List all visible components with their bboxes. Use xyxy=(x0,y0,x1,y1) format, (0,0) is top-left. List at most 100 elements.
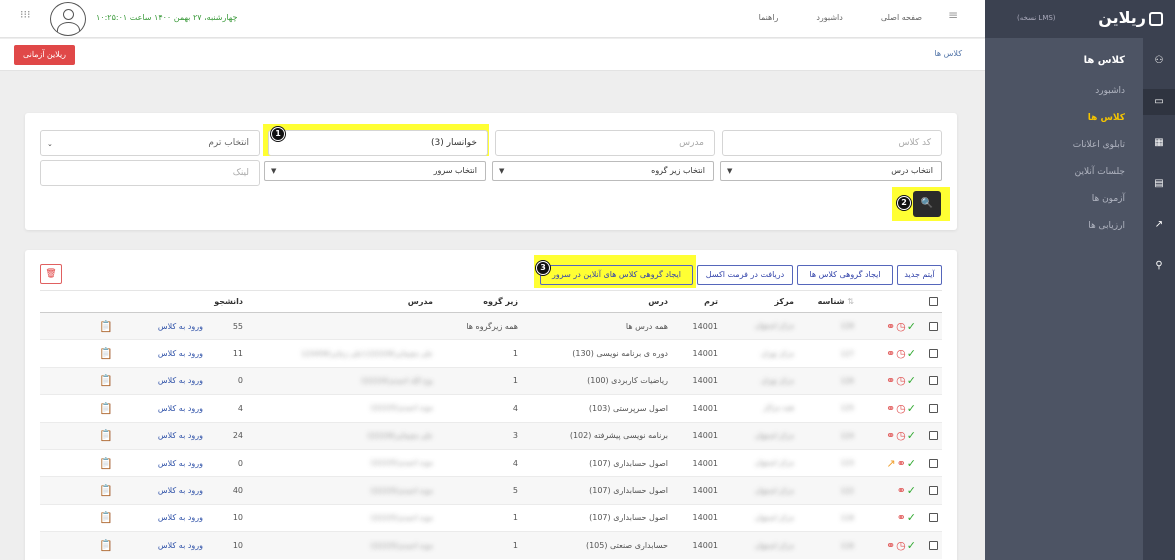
row-checkbox[interactable] xyxy=(929,541,938,551)
enter-class-link[interactable]: ورود به کلاس xyxy=(158,541,203,550)
clock-icon[interactable]: ◷ xyxy=(896,374,906,387)
row-checkbox[interactable] xyxy=(929,486,938,496)
link-icon[interactable]: ⚭ xyxy=(897,457,906,470)
students-header[interactable]: دانشجو xyxy=(207,290,247,313)
row-clipboard: 📋 xyxy=(40,311,117,340)
check-circle-icon[interactable]: ✓ xyxy=(907,457,916,470)
clipboard-icon[interactable]: 📋 xyxy=(99,374,113,387)
enter-class-link[interactable]: ورود به کلاس xyxy=(158,513,203,522)
enter-class-link[interactable]: ورود به کلاس xyxy=(158,404,203,413)
khansar-field[interactable]: خوانسار (3) xyxy=(268,130,488,156)
demo-button[interactable]: ریلاین آزمانی xyxy=(14,45,75,65)
term-select[interactable]: انتخاب ترم ⌄ xyxy=(40,130,260,156)
link-icon[interactable]: ⚭ xyxy=(897,484,906,497)
subgroup-header[interactable]: زیر گروه xyxy=(437,290,522,313)
clock-icon[interactable]: ◷ xyxy=(896,429,906,442)
enter-class-link[interactable]: ورود به کلاس xyxy=(158,486,203,495)
clipboard-icon[interactable]: 📋 xyxy=(99,320,113,333)
check-circle-icon[interactable]: ✓ xyxy=(907,484,916,497)
subgroup-select[interactable]: انتخاب زیر گروه ▼ xyxy=(492,161,714,181)
check-circle-icon[interactable]: ✓ xyxy=(907,539,916,552)
row-center: مرکز تهران xyxy=(722,339,798,368)
row-checkbox[interactable] xyxy=(929,431,938,441)
link-icon[interactable]: ⚭ xyxy=(897,511,906,524)
sidebar-item-announcements[interactable]: تابلوی اعلانات xyxy=(1073,139,1125,166)
grid-icon[interactable]: ▦ xyxy=(1153,137,1165,149)
clipboard-icon[interactable]: 📋 xyxy=(99,511,113,524)
link-icon[interactable]: ⚭ xyxy=(886,374,895,387)
row-term: 14001 xyxy=(672,421,722,450)
row-checkbox[interactable] xyxy=(929,321,938,331)
clock-icon[interactable]: ◷ xyxy=(896,320,906,333)
class-code-input[interactable]: کد کلاس xyxy=(722,130,942,156)
enter-class-link[interactable]: ورود به کلاس xyxy=(158,459,203,468)
link-icon[interactable]: ⚭ xyxy=(886,320,895,333)
row-checkbox[interactable] xyxy=(929,376,938,386)
server-select[interactable]: انتخاب سرور ▼ xyxy=(264,161,486,181)
monitor-icon[interactable]: ▭ xyxy=(1143,89,1175,115)
hamburger-menu-icon[interactable]: ≡ xyxy=(948,8,958,22)
center-header[interactable]: مرکز xyxy=(722,290,798,313)
link-icon[interactable]: ⚭ xyxy=(886,539,895,552)
row-checkbox[interactable] xyxy=(929,458,938,468)
search-button[interactable]: 🔍 xyxy=(913,191,941,217)
sidebar-item-classes[interactable]: کلاس ها xyxy=(1073,112,1125,139)
user-avatar[interactable] xyxy=(50,2,86,36)
sidebar-item-evaluations[interactable]: ارزیابی ها xyxy=(1073,220,1125,247)
clock-icon[interactable]: ◷ xyxy=(896,539,906,552)
external-link-icon[interactable]: ↗ xyxy=(886,457,895,470)
sidebar-item-exams[interactable]: آزمون ها xyxy=(1073,193,1125,220)
brand-logo[interactable]: ریلاین xyxy=(1098,8,1163,27)
clipboard-icon[interactable]: 📋 xyxy=(99,484,113,497)
step-marker-1: 1 xyxy=(271,127,285,141)
link-icon[interactable]: ⚭ xyxy=(886,402,895,415)
link-input[interactable]: لینک xyxy=(40,160,260,186)
nav-help[interactable]: راهنما xyxy=(759,13,779,22)
row-checkbox[interactable] xyxy=(929,403,938,413)
clipboard-icon[interactable]: 📋 xyxy=(99,347,113,360)
bulk-online-button[interactable]: ایجاد گروهی کلاس های آنلاین در سرور xyxy=(540,265,693,285)
nav-home[interactable]: صفحه اصلی xyxy=(881,13,922,22)
new-item-button[interactable]: آیتم جدید xyxy=(897,265,942,285)
document-icon[interactable]: ▤ xyxy=(1153,178,1165,190)
person-plus-icon[interactable]: ⚲ xyxy=(1153,260,1165,272)
clipboard-icon[interactable]: 📋 xyxy=(99,539,113,552)
enter-class-link[interactable]: ورود به کلاس xyxy=(158,322,203,331)
row-checkbox[interactable] xyxy=(929,349,938,359)
enter-class-link[interactable]: ورود به کلاس xyxy=(158,376,203,385)
check-circle-icon[interactable]: ✓ xyxy=(907,402,916,415)
check-circle-icon[interactable]: ✓ xyxy=(907,429,916,442)
export-excel-button[interactable]: دریافت در فرمت اکسل xyxy=(697,265,793,285)
clipboard-icon[interactable]: 📋 xyxy=(99,457,113,470)
nav-dashboard[interactable]: داشبورد xyxy=(816,13,842,22)
sidebar-item-online-sessions[interactable]: جلسات آنلاین xyxy=(1073,166,1125,193)
check-circle-icon[interactable]: ✓ xyxy=(907,347,916,360)
bulk-create-button[interactable]: ایجاد گروهی کلاس ها xyxy=(797,265,893,285)
sidebar-item-dashboard[interactable]: داشبورد xyxy=(1073,85,1125,112)
clock-icon[interactable]: ◷ xyxy=(896,402,906,415)
select-all-checkbox[interactable] xyxy=(929,297,938,306)
row-checkbox[interactable] xyxy=(929,513,938,523)
id-header[interactable]: ⇅ شناسه xyxy=(798,290,858,313)
link-icon[interactable]: ⚭ xyxy=(886,347,895,360)
check-circle-icon[interactable]: ✓ xyxy=(907,320,916,333)
clock-icon[interactable]: ◷ xyxy=(896,347,906,360)
clipboard-icon[interactable]: 📋 xyxy=(99,429,113,442)
enter-class-link[interactable]: ورود به کلاس xyxy=(158,431,203,440)
breadcrumb[interactable]: کلاس ها xyxy=(934,49,962,58)
apps-grid-icon[interactable]: ⁝⁝⁝ xyxy=(20,8,34,22)
teacher-header[interactable]: مدرس xyxy=(247,290,437,313)
clipboard-icon[interactable]: 📋 xyxy=(99,402,113,415)
term-header[interactable]: ترم xyxy=(672,290,722,313)
delete-button[interactable]: 🗑 xyxy=(40,264,62,284)
check-circle-icon[interactable]: ✓ xyxy=(907,511,916,524)
row-students: 11 xyxy=(207,339,247,368)
teacher-input[interactable]: مدرس xyxy=(495,130,715,156)
chart-icon[interactable]: ↗ xyxy=(1153,219,1165,231)
course-header[interactable]: درس xyxy=(522,290,672,313)
link-icon[interactable]: ⚭ xyxy=(886,429,895,442)
check-circle-icon[interactable]: ✓ xyxy=(907,374,916,387)
user-icon[interactable]: ⚇ xyxy=(1153,55,1165,67)
course-select[interactable]: انتخاب درس ▼ xyxy=(720,161,942,181)
enter-class-link[interactable]: ورود به کلاس xyxy=(158,349,203,358)
